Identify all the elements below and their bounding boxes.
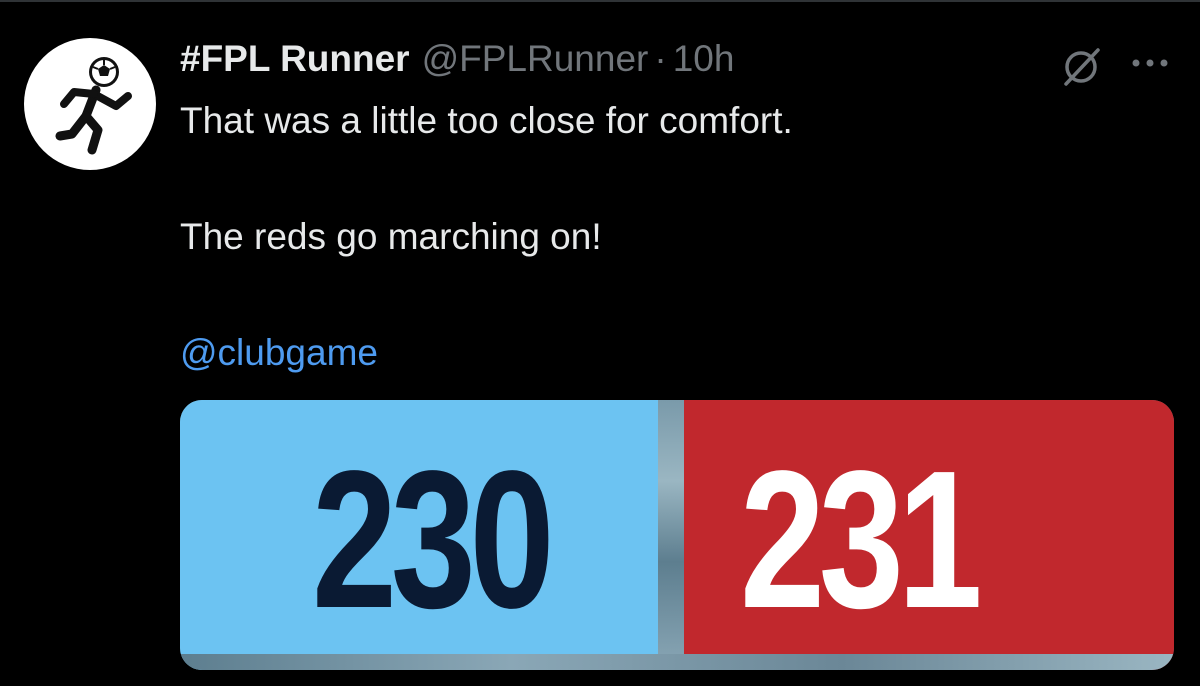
more-icon[interactable]: [1128, 50, 1172, 76]
top-divider: [0, 0, 1200, 2]
tweet-time[interactable]: 10h: [673, 38, 735, 80]
right-score: 231: [740, 430, 983, 649]
grok-icon[interactable]: [1058, 44, 1104, 90]
soccer-runner-icon: [55, 57, 132, 155]
right-score-panel: 231: [684, 400, 1174, 670]
display-name[interactable]: #FPL Runner: [180, 38, 410, 80]
avatar[interactable]: [24, 38, 156, 170]
separator-dot: ·: [654, 38, 667, 79]
image-divider: [658, 400, 684, 670]
tweet-text-line-1: That was a little too close for comfort.: [180, 100, 793, 141]
tweet-text-line-2: The reds go marching on!: [180, 216, 602, 257]
image-bottom-strip: [180, 654, 1174, 670]
tweet-header: #FPL Runner @FPLRunner · 10h: [180, 38, 734, 84]
left-score: 230: [312, 430, 555, 649]
media-image[interactable]: 230 231: [180, 400, 1174, 670]
user-handle[interactable]: @FPLRunner: [422, 38, 649, 80]
left-score-panel: 230: [180, 400, 658, 670]
mention-link[interactable]: @clubgame: [180, 332, 378, 374]
